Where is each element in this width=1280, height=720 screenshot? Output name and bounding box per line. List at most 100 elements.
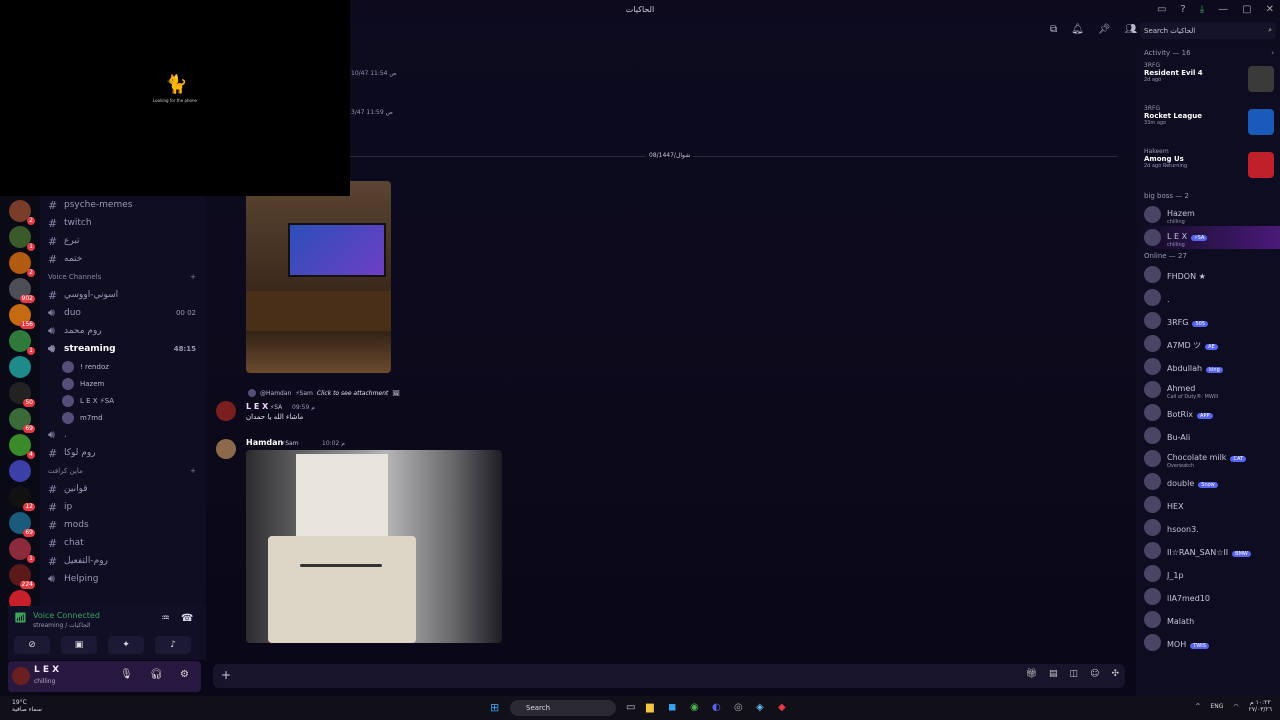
- discord-icon[interactable]: ◐: [712, 702, 721, 713]
- tray-chevron-icon[interactable]: ^: [1195, 703, 1200, 710]
- member-item[interactable]: BotRix APP: [1136, 401, 1280, 424]
- member-item[interactable]: .: [1136, 286, 1280, 309]
- add-channel-icon[interactable]: +: [190, 467, 196, 475]
- soundboard-button[interactable]: ♪: [155, 636, 191, 654]
- channel-item[interactable]: # mods: [40, 516, 206, 534]
- server-icon[interactable]: [9, 460, 31, 482]
- minimize-button[interactable]: —: [1218, 4, 1228, 15]
- wifi-icon[interactable]: ◠: [1233, 703, 1238, 710]
- member-item[interactable]: HEX: [1136, 493, 1280, 516]
- pin-icon[interactable]: 📌︎: [1098, 24, 1111, 35]
- disconnect-icon[interactable]: ☎︎: [181, 613, 193, 624]
- message-author[interactable]: Hamdan: [246, 438, 283, 447]
- member-item[interactable]: II☆RAN_SAN☆II BMW: [1136, 539, 1280, 562]
- weather-widget[interactable]: 19°C سماء صافية: [12, 699, 42, 713]
- voice-channel-item[interactable]: 🔊︎ duo 00 02: [40, 304, 206, 322]
- voice-channel-item[interactable]: # اسوني-اووسي: [40, 286, 206, 304]
- member-item[interactable]: J_1p: [1136, 562, 1280, 585]
- taskbar-search[interactable]: Search: [510, 700, 616, 716]
- message-composer[interactable]: + 🎁︎ ▤ ◫ ☺ ✣: [213, 664, 1125, 688]
- member-item[interactable]: FHDON ★: [1136, 263, 1280, 286]
- channel-item[interactable]: # psyche-memes: [40, 196, 206, 214]
- notification-bell-icon[interactable]: 🔔︎: [1071, 24, 1084, 35]
- attachment-image-setup[interactable]: [246, 181, 391, 373]
- server-icon[interactable]: 50: [9, 382, 35, 407]
- emoji-icon[interactable]: ☺: [1090, 669, 1099, 679]
- voice-connected-sub[interactable]: streaming / الحاكيات: [33, 622, 90, 629]
- avatar[interactable]: [216, 401, 236, 421]
- help-icon[interactable]: ?: [1180, 4, 1185, 15]
- apps-icon[interactable]: ✣: [1111, 669, 1119, 679]
- gift-icon[interactable]: 🎁︎: [1026, 669, 1037, 679]
- server-icon[interactable]: 1: [9, 226, 35, 251]
- category-header[interactable]: Voice Channels +: [40, 268, 206, 286]
- member-item[interactable]: A7MD ツ AE: [1136, 332, 1280, 355]
- app-icon[interactable]: ◎: [734, 702, 743, 713]
- settings-gear-icon[interactable]: ⚙: [180, 669, 189, 680]
- activity-card[interactable]: 3RFG Rocket League 33m ago: [1136, 103, 1280, 146]
- member-item[interactable]: L E X ⚡SA chilling: [1136, 226, 1280, 249]
- store-icon[interactable]: ◼: [668, 702, 676, 713]
- noise-suppression-icon[interactable]: ♒︎: [161, 613, 170, 624]
- member-item[interactable]: 3RFG 505: [1136, 309, 1280, 332]
- activity-card[interactable]: Hakeem Among Us 2d ago Returning: [1136, 146, 1280, 189]
- member-list-icon[interactable]: 👥︎: [1125, 24, 1138, 35]
- file-explorer-icon[interactable]: ▆: [646, 702, 654, 713]
- voice-channel-item[interactable]: # روم لوكا: [40, 444, 206, 462]
- avatar[interactable]: [216, 439, 236, 459]
- windows-start-icon[interactable]: ⊞: [490, 701, 499, 714]
- task-view-icon[interactable]: ▭: [626, 702, 635, 713]
- voice-user[interactable]: m7md: [40, 409, 206, 426]
- download-icon[interactable]: ⤓: [1200, 4, 1204, 15]
- server-icon[interactable]: 1: [9, 330, 35, 355]
- add-attachment-icon[interactable]: +: [221, 668, 231, 682]
- headphones-icon[interactable]: 🎧︎: [150, 669, 163, 680]
- channel-item[interactable]: # قوانين: [40, 480, 206, 498]
- server-icon[interactable]: 69: [9, 512, 35, 537]
- channel-item[interactable]: # تبرع: [40, 232, 206, 250]
- message-author[interactable]: L E X: [246, 402, 268, 411]
- reply-preview[interactable]: @Hamdan ⚡Sam Click to see attachment 🖼︎: [248, 389, 400, 397]
- chrome-icon[interactable]: ◉: [690, 702, 699, 713]
- channel-item[interactable]: # chat: [40, 534, 206, 552]
- threads-icon[interactable]: ⧉: [1050, 24, 1057, 35]
- gif-icon[interactable]: ▤: [1049, 669, 1058, 679]
- app-icon[interactable]: ◆: [778, 702, 786, 713]
- attachment-image-router[interactable]: [246, 450, 502, 643]
- screen-share-button[interactable]: ▣: [61, 636, 97, 654]
- server-icon[interactable]: 4: [9, 434, 35, 459]
- activity-card[interactable]: 3RFG Resident Evil 4 2d ago: [1136, 60, 1280, 103]
- channel-item[interactable]: # ip: [40, 498, 206, 516]
- channel-item[interactable]: # ختمه: [40, 250, 206, 268]
- close-button[interactable]: ✕: [1266, 4, 1274, 15]
- server-icon[interactable]: 224: [9, 564, 35, 589]
- language-indicator[interactable]: ENG: [1210, 703, 1223, 710]
- maximize-button[interactable]: ▢: [1242, 4, 1251, 15]
- member-item[interactable]: MOH TWIS: [1136, 631, 1280, 654]
- inbox-icon[interactable]: ▭: [1157, 4, 1166, 15]
- member-item[interactable]: Bu-Ali: [1136, 424, 1280, 447]
- server-icon[interactable]: 2: [9, 200, 35, 225]
- server-icon[interactable]: 12: [9, 486, 35, 511]
- voice-channel-item[interactable]: 🔊︎ روم محمد: [40, 322, 206, 340]
- member-item[interactable]: double Snow: [1136, 470, 1280, 493]
- member-item[interactable]: Hazem chilling: [1136, 203, 1280, 226]
- channel-item[interactable]: # twitch: [40, 214, 206, 232]
- category-header[interactable]: ماين كرافت +: [40, 462, 206, 480]
- channel-item[interactable]: # روم-التفعيل: [40, 552, 206, 570]
- member-item[interactable]: Malath: [1136, 608, 1280, 631]
- server-icon[interactable]: 69: [9, 408, 35, 433]
- voice-user[interactable]: Hazem: [40, 375, 206, 392]
- server-icon[interactable]: 1: [9, 538, 35, 563]
- member-item[interactable]: Ahmed Call of Duty®: MWIII: [1136, 378, 1280, 401]
- stream-popout[interactable]: 🐈 Looking for the phone: [0, 0, 350, 196]
- server-icon[interactable]: [9, 356, 31, 378]
- add-channel-icon[interactable]: +: [190, 273, 196, 281]
- server-icon[interactable]: 902: [9, 278, 35, 303]
- activities-button[interactable]: ✦: [108, 636, 144, 654]
- channel-item[interactable]: 🔊︎ Helping: [40, 570, 206, 588]
- search-input[interactable]: Search الحاكيات ⌕: [1140, 22, 1276, 39]
- server-icon[interactable]: 2: [9, 252, 35, 277]
- member-item[interactable]: Chocolate milk CAT Overwatch: [1136, 447, 1280, 470]
- member-item[interactable]: hsoon3.: [1136, 516, 1280, 539]
